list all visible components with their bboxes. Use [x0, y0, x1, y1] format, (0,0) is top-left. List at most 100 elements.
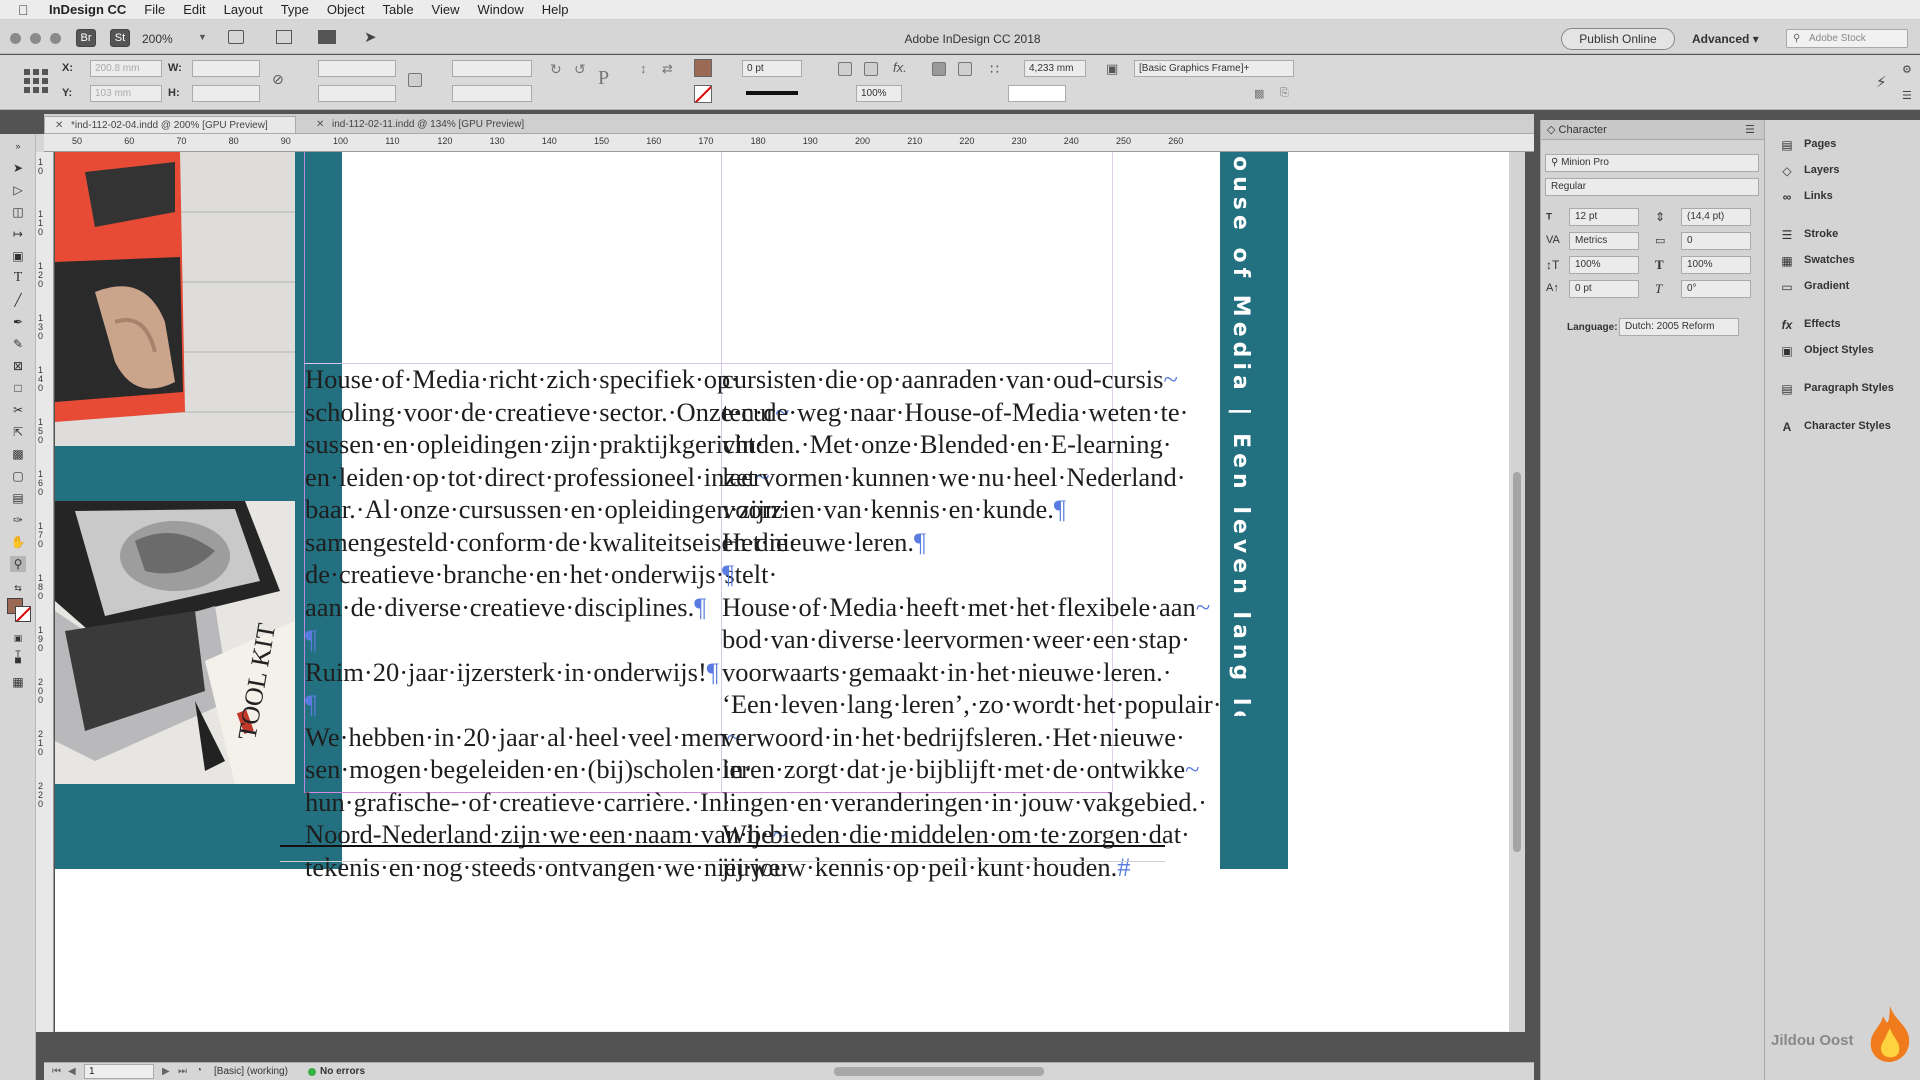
type-tool-icon[interactable]: T	[10, 270, 26, 286]
direct-selection-tool-icon[interactable]: ▷	[10, 182, 26, 198]
vertical-ruler[interactable]: 1 0 1 1 0 1 2 0 1 3 0 1 4 0 1 5 0 1 6 0 1 7 0 1 …	[36, 152, 54, 1032]
paragraph-styles-panel-button[interactable]: ▤ Paragraph Styles	[1779, 382, 1894, 396]
skew-field[interactable]: 0°	[1681, 280, 1751, 298]
stroke-panel-button[interactable]: ☰ Stroke	[1779, 228, 1839, 242]
swatches-panel-button[interactable]: ▦ Swatches	[1779, 254, 1854, 268]
gradient-swatch-tool-icon[interactable]: ▩	[10, 446, 26, 462]
reference-point-icon[interactable]	[24, 69, 48, 93]
close-window-button[interactable]	[10, 33, 21, 44]
gradient-feather-tool-icon[interactable]: ▢	[10, 468, 26, 484]
character-styles-panel-button[interactable]: A Character Styles	[1779, 420, 1891, 434]
preflight-profile[interactable]: [Basic] (working)	[214, 1066, 288, 1077]
menu-table[interactable]: Table	[373, 2, 422, 17]
lightning-icon[interactable]: ⚡	[1876, 73, 1887, 91]
stock-button[interactable]: St	[110, 29, 130, 47]
adobe-stock-search[interactable]: ⚲ Adobe Stock	[1786, 29, 1908, 48]
font-family-select[interactable]: ⚲ Minion Pro	[1545, 154, 1759, 172]
scale-y-field[interactable]	[318, 85, 396, 102]
horizontal-scrollbar-thumb[interactable]	[834, 1067, 1044, 1076]
object-styles-panel-button[interactable]: ▣ Object Styles	[1779, 344, 1873, 358]
tab-document-1[interactable]: ✕ *ind-112-02-04.indd @ 200% [GPU Preview…	[44, 116, 296, 133]
scissors-tool-icon[interactable]: ✂	[10, 402, 26, 418]
horizontal-ruler[interactable]: 50 60 70 80 90 100 110 120 130 140 150 160 170 180 190…	[44, 134, 1534, 152]
document-page[interactable]: TOOL KIT ouse of Media | Een leven lang …	[55, 152, 1509, 1031]
stroke-type-preview[interactable]	[746, 91, 798, 95]
vertical-scrollbar-track[interactable]	[1509, 152, 1525, 1032]
close-tab-icon[interactable]: ✕	[55, 117, 63, 134]
close-tab-icon[interactable]: ✕	[316, 116, 324, 133]
menu-view[interactable]: View	[423, 2, 469, 17]
stroke-swatch[interactable]	[694, 85, 712, 103]
eyedropper-tool-icon[interactable]: ✑	[10, 512, 26, 528]
zoom-level[interactable]: 200%	[142, 32, 173, 46]
tracking-field[interactable]: 0	[1681, 232, 1751, 250]
menu-edit[interactable]: Edit	[174, 2, 214, 17]
select-previous-icon[interactable]: ⇄	[662, 61, 673, 77]
rectangle-tool-icon[interactable]: □	[10, 380, 26, 396]
selection-tool-icon[interactable]: ➤	[10, 160, 26, 176]
clear-overrides-icon[interactable]: ▩	[1254, 87, 1264, 100]
hand-tool-icon[interactable]: ✋	[10, 534, 26, 550]
zoom-window-button[interactable]	[50, 33, 61, 44]
rotation-field[interactable]	[452, 60, 532, 77]
width-field[interactable]	[192, 60, 260, 77]
stroke-color-icon[interactable]	[15, 606, 31, 622]
stroke-weight-field[interactable]: 0 pt	[742, 60, 802, 77]
laptop-photo[interactable]: TOOL KIT	[55, 501, 295, 784]
leading-field[interactable]: (14,4 pt)	[1681, 208, 1751, 226]
typewriter-photo[interactable]	[55, 152, 295, 446]
scale-x-field[interactable]	[318, 60, 396, 77]
workspace-switcher[interactable]: Advanced ▾	[1692, 32, 1759, 46]
tab-document-2[interactable]: ✕ ind-112-02-11.indd @ 134% [GPU Preview]	[306, 116, 558, 133]
menu-file[interactable]: File	[135, 2, 174, 17]
rectangle-frame-tool-icon[interactable]: ⊠	[10, 358, 26, 374]
apply-color-icon[interactable]: ■	[10, 652, 26, 668]
x-position-field[interactable]: 200.8 mm	[90, 60, 162, 77]
height-field[interactable]	[192, 85, 260, 102]
menu-type[interactable]: Type	[272, 2, 318, 17]
formatting-affects-container-icon[interactable]: ▣ T	[10, 630, 26, 659]
line-tool-icon[interactable]: ╱	[10, 292, 26, 308]
vertical-scale-field[interactable]: 100%	[1569, 256, 1639, 274]
collapse-tools-icon[interactable]: »	[10, 138, 26, 154]
object-style-select[interactable]: [Basic Graphics Frame]+	[1134, 60, 1294, 77]
menu-layout[interactable]: Layout	[215, 2, 272, 17]
pages-panel-button[interactable]: ▤ Pages	[1779, 138, 1836, 152]
baseline-shift-field[interactable]: 0 pt	[1569, 280, 1639, 298]
menu-object[interactable]: Object	[318, 2, 374, 17]
constrain-scale-icon[interactable]	[408, 73, 422, 87]
font-size-field[interactable]: 12 pt	[1569, 208, 1639, 226]
publish-rocket-icon[interactable]: ➤	[364, 28, 377, 46]
document-canvas[interactable]: TOOL KIT ouse of Media | Een leven lang …	[55, 152, 1525, 1032]
panel-menu-icon[interactable]: ☰	[1745, 123, 1755, 136]
gap-icon[interactable]: ∷	[990, 61, 999, 78]
swap-colors-icon[interactable]: ⇆	[10, 580, 26, 596]
error-count[interactable]: No errors	[320, 1066, 365, 1077]
gradient-panel-button[interactable]: ▭ Gradient	[1779, 280, 1849, 294]
previous-page-icon[interactable]: ◀	[68, 1066, 76, 1077]
rotate-ccw-icon[interactable]: ↺	[574, 61, 586, 78]
vertical-text-frame[interactable]: ouse of Media | Een leven lang leren	[1223, 156, 1263, 716]
shear-field[interactable]	[452, 85, 532, 102]
next-page-icon[interactable]: ▶	[162, 1066, 170, 1077]
fx-icon[interactable]: fx.	[893, 60, 907, 75]
kerning-field[interactable]: Metrics	[1569, 232, 1639, 250]
flip-p-icon[interactable]: P	[598, 67, 609, 90]
page-tool-icon[interactable]: ◫	[10, 204, 26, 220]
y-position-field[interactable]: 103 mm	[90, 85, 162, 102]
menu-help[interactable]: Help	[533, 2, 578, 17]
rotate-icon[interactable]: ↻	[550, 61, 562, 78]
free-transform-tool-icon[interactable]: ⇱	[10, 424, 26, 440]
fitting-icon[interactable]	[838, 62, 852, 76]
zoom-tool-icon[interactable]: ⚲	[10, 556, 26, 572]
arrange-documents-icon[interactable]	[318, 30, 336, 44]
first-page-icon[interactable]: ⏮	[52, 1066, 61, 1077]
preflight-icon[interactable]: ◔	[196, 1065, 202, 1076]
bridge-button[interactable]: Br	[76, 29, 96, 47]
font-style-select[interactable]: Regular	[1545, 178, 1759, 196]
view-options-icon[interactable]	[228, 30, 244, 44]
screen-mode-normal-icon[interactable]: ▦	[10, 674, 26, 690]
layers-panel-button[interactable]: ◇ Layers	[1779, 164, 1839, 178]
apple-icon[interactable]: 	[18, 2, 40, 18]
language-select[interactable]: Dutch: 2005 Reform	[1619, 318, 1739, 336]
